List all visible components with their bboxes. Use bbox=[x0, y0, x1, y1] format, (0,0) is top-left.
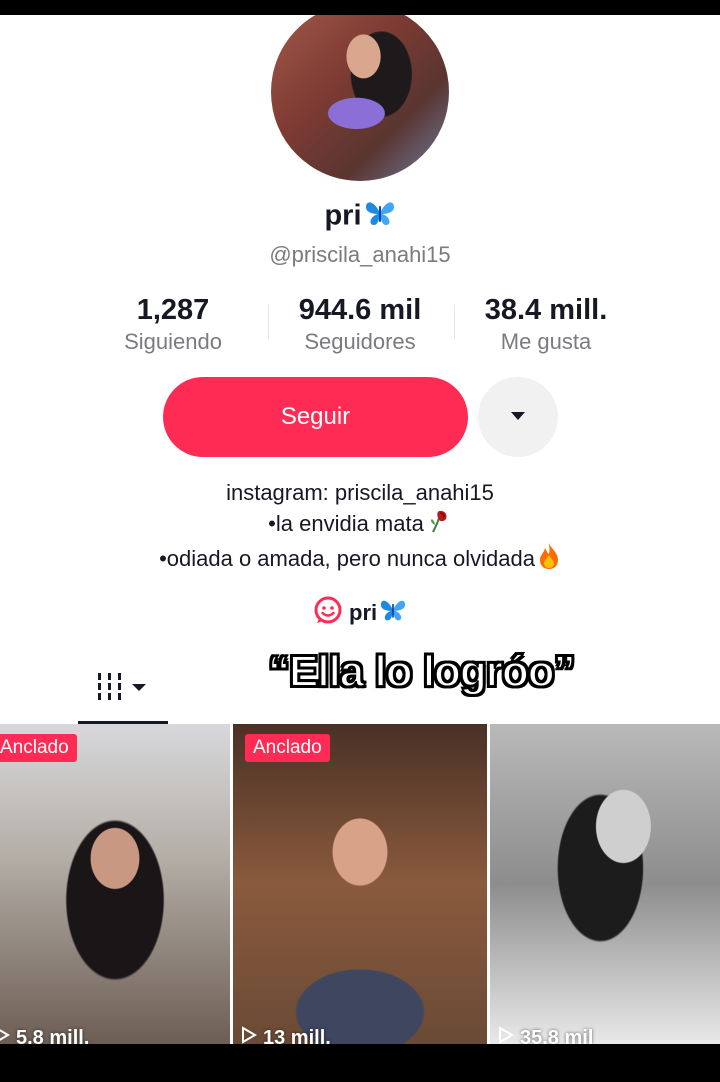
username-handle: @priscila_anahi15 bbox=[269, 242, 451, 267]
bio-line-2: •la envidia mata bbox=[0, 508, 720, 542]
stat-following[interactable]: 1,287 Siguiendo bbox=[78, 293, 268, 357]
status-bar bbox=[0, 0, 720, 15]
play-icon bbox=[241, 1026, 257, 1044]
stat-likes[interactable]: 38.4 mill. Me gusta bbox=[451, 293, 641, 357]
pinned-badge: Anclado bbox=[0, 734, 77, 762]
butterfly-icon bbox=[364, 198, 396, 236]
play-icon bbox=[0, 1026, 10, 1044]
view-count-text: 35.8 mil bbox=[520, 1026, 594, 1045]
bio-line-3: •odiada o amada, pero nunca olvidada bbox=[0, 542, 720, 578]
view-count-text: 5.8 mill. bbox=[16, 1026, 90, 1045]
stat-label: Me gusta bbox=[500, 329, 592, 354]
stat-label: Siguiendo bbox=[124, 329, 222, 354]
video-thumbnail[interactable]: Anclado 5.8 mill. bbox=[0, 724, 230, 1044]
stat-value: 38.4 mill. bbox=[484, 294, 608, 326]
wilted-rose-icon bbox=[426, 508, 452, 542]
linked-account-icon bbox=[313, 596, 343, 630]
caret-down-icon bbox=[510, 408, 526, 426]
play-icon bbox=[498, 1026, 514, 1044]
grid-icon bbox=[94, 669, 152, 708]
bio-line-text: •odiada o amada, pero nunca olvidada bbox=[159, 546, 535, 571]
stat-followers[interactable]: 944.6 mil Seguidores bbox=[265, 293, 455, 357]
bio: instagram: priscila_anahi15 •la envidia … bbox=[0, 477, 720, 578]
tab-videos[interactable] bbox=[78, 655, 168, 724]
stat-value: 1,287 bbox=[136, 294, 210, 326]
bio-line-text: •la envidia mata bbox=[268, 511, 424, 536]
linked-account[interactable]: pri bbox=[0, 595, 720, 631]
bio-line: instagram: priscila_anahi15 bbox=[226, 480, 494, 505]
video-thumbnail[interactable]: Anclado 13 mill. bbox=[233, 724, 487, 1044]
overlay-caption: “Ella lo logróo” bbox=[267, 646, 577, 697]
view-count: 35.8 mil bbox=[498, 1026, 593, 1044]
fire-icon bbox=[537, 542, 561, 578]
stat-label: Seguidores bbox=[304, 329, 416, 354]
avatar[interactable] bbox=[271, 15, 449, 181]
view-count-text: 13 mill. bbox=[263, 1026, 331, 1045]
view-count: 5.8 mill. bbox=[0, 1026, 89, 1044]
pinned-badge: Anclado bbox=[245, 734, 330, 762]
bottom-bar bbox=[0, 1044, 720, 1082]
view-count: 13 mill. bbox=[241, 1026, 331, 1044]
display-name: pri bbox=[0, 198, 720, 236]
stat-value: 944.6 mil bbox=[298, 294, 422, 326]
follow-button[interactable]: Seguir bbox=[163, 377, 468, 457]
suggested-accounts-button[interactable] bbox=[478, 377, 558, 457]
video-grid: Anclado 5.8 mill. Anclado 13 mill. 35.8 … bbox=[0, 724, 720, 1044]
linked-account-name: pri bbox=[349, 600, 378, 625]
profile-screen: pri @priscila_anahi15 1,287 Siguiendo 94… bbox=[0, 15, 720, 1044]
video-thumbnail[interactable]: 35.8 mil bbox=[490, 724, 720, 1044]
display-name-text: pri bbox=[324, 199, 362, 232]
profile-stats: 1,287 Siguiendo 944.6 mil Seguidores 38.… bbox=[0, 293, 720, 363]
butterfly-icon bbox=[379, 597, 407, 629]
